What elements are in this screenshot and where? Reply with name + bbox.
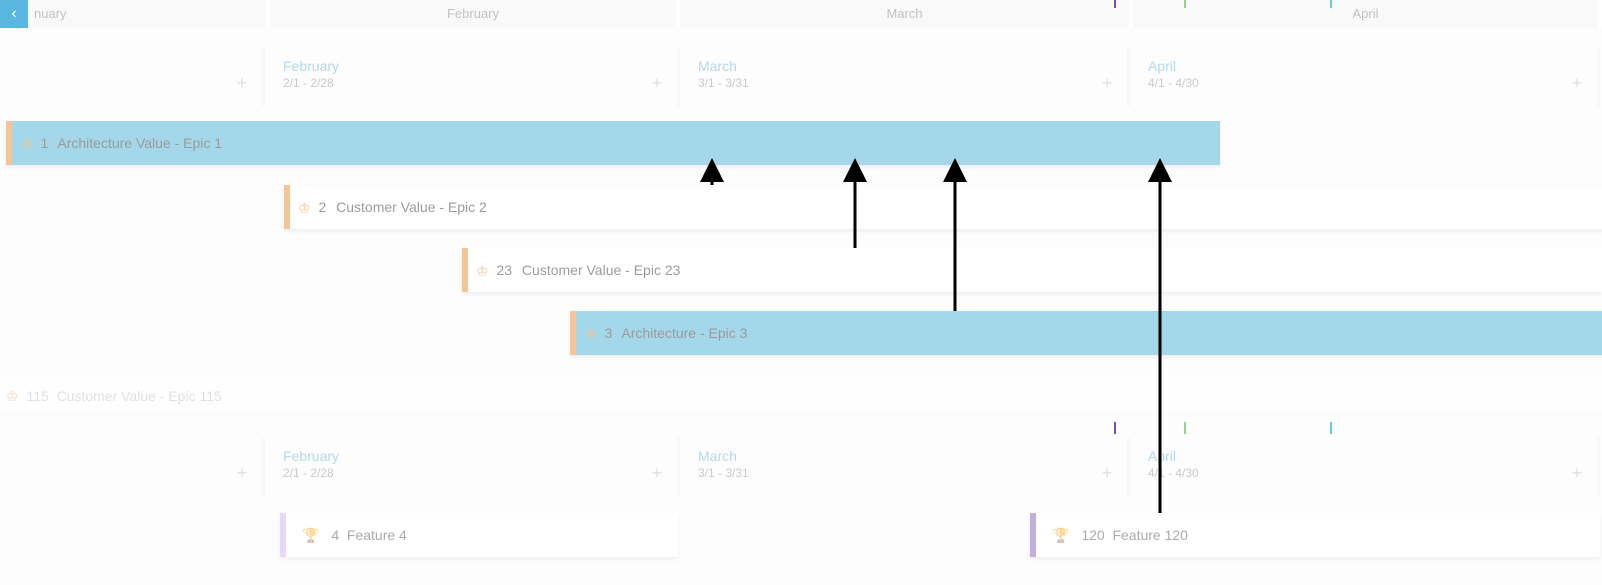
tick-purple: [1114, 422, 1116, 434]
period-range: 3/1 - 3/31: [680, 74, 1127, 90]
month-label: nuary: [34, 6, 67, 21]
epic-label: Customer Value - Epic 23: [522, 262, 680, 278]
period-range: 4/1 - 4/30: [1130, 464, 1597, 480]
epic-label: Customer Value - Epic 115: [57, 388, 222, 404]
period-title: February: [265, 48, 677, 74]
epic-bar-115-faded[interactable]: ♔ 115 Customer Value - Epic 115: [0, 377, 1602, 415]
add-button[interactable]: +: [1567, 74, 1587, 94]
trophy-icon: 🏆: [302, 513, 319, 557]
period-cell-feb[interactable]: February 2/1 - 2/28 +: [265, 48, 680, 106]
period-cell-mar[interactable]: March 3/1 - 3/31 +: [680, 438, 1130, 496]
crown-icon: ♔: [298, 186, 311, 230]
month-label: March: [886, 6, 922, 21]
period-range: 2/1 - 2/28: [265, 464, 677, 480]
month-header-february[interactable]: February: [270, 0, 680, 28]
period-cell-blank: +: [0, 438, 265, 496]
epic-bar-3[interactable]: ♔ 3 Architecture - Epic 3: [570, 311, 1602, 355]
feature-bar-4[interactable]: 🏆 4 Feature 4: [280, 513, 678, 557]
period-range: 2/1 - 2/28: [265, 74, 677, 90]
feature-label: Feature 120: [1112, 527, 1188, 543]
period-title: February: [265, 438, 677, 464]
epic-bar-2[interactable]: ♔ 2 Customer Value - Epic 2: [284, 185, 1602, 229]
back-button[interactable]: ‹: [0, 0, 28, 28]
add-button[interactable]: +: [232, 74, 252, 94]
crown-icon: ♔: [6, 388, 19, 404]
feature-id: 4: [331, 527, 339, 543]
epic-label: Architecture Value - Epic 1: [57, 135, 222, 151]
tick-teal: [1330, 0, 1332, 8]
crown-icon: ♔: [476, 249, 489, 293]
period-range: 4/1 - 4/30: [1130, 74, 1597, 90]
month-header-march[interactable]: March: [680, 0, 1133, 28]
add-button[interactable]: +: [1567, 464, 1587, 484]
month-label: February: [447, 6, 499, 21]
period-cell-apr[interactable]: April 4/1 - 4/30 +: [1130, 438, 1600, 496]
epic-bar-1[interactable]: ♔ 1 Architecture Value - Epic 1: [6, 121, 1220, 165]
epic-bar-23[interactable]: ♔ 23 Customer Value - Epic 23: [462, 248, 1602, 292]
feature-label: Feature 4: [347, 527, 407, 543]
month-header-april[interactable]: April: [1133, 0, 1602, 28]
period-cell-mar[interactable]: March 3/1 - 3/31 +: [680, 48, 1130, 106]
feature-bar-120[interactable]: 🏆 120 Feature 120: [1030, 513, 1600, 557]
add-button[interactable]: +: [647, 464, 667, 484]
epic-id: 3: [604, 325, 612, 341]
month-label: April: [1352, 6, 1378, 21]
add-button[interactable]: +: [232, 464, 252, 484]
month-header-january[interactable]: nuary: [0, 0, 270, 28]
period-cell-blank: +: [0, 48, 265, 106]
trophy-icon: 🏆: [1052, 513, 1069, 557]
tick-teal: [1330, 422, 1332, 434]
crown-icon: ♔: [584, 312, 597, 356]
add-button[interactable]: +: [1097, 74, 1117, 94]
epic-label: Customer Value - Epic 2: [336, 199, 487, 215]
tick-green: [1184, 0, 1186, 8]
add-button[interactable]: +: [1097, 464, 1117, 484]
epic-id: 2: [318, 199, 326, 215]
add-button[interactable]: +: [647, 74, 667, 94]
chevron-left-icon: ‹: [11, 5, 16, 22]
period-range: 3/1 - 3/31: [680, 464, 1127, 480]
feature-id: 120: [1081, 527, 1104, 543]
period-row-bottom: + February 2/1 - 2/28 + March 3/1 - 3/31…: [0, 438, 1602, 496]
period-title: March: [680, 48, 1127, 74]
period-title: April: [1130, 48, 1597, 74]
epic-label: Architecture - Epic 3: [621, 325, 747, 341]
tick-purple: [1114, 0, 1116, 8]
tick-green: [1184, 422, 1186, 434]
month-header-row: nuary February March April: [0, 0, 1602, 28]
period-cell-feb[interactable]: February 2/1 - 2/28 +: [265, 438, 680, 496]
crown-icon: ♔: [20, 122, 33, 166]
period-title: April: [1130, 438, 1597, 464]
epic-id: 23: [496, 262, 512, 278]
period-cell-apr[interactable]: April 4/1 - 4/30 +: [1130, 48, 1600, 106]
epic-id: 1: [40, 135, 48, 151]
period-title: March: [680, 438, 1127, 464]
period-row-top: + February 2/1 - 2/28 + March 3/1 - 3/31…: [0, 48, 1602, 106]
epic-id: 115: [26, 388, 48, 404]
